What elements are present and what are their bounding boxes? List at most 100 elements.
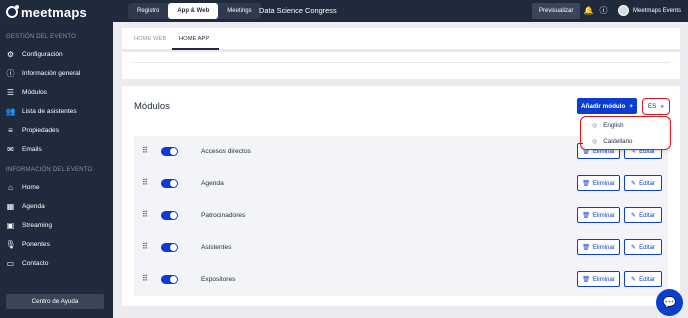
tab-registro[interactable]: Registro	[128, 3, 168, 19]
delete-label: Eliminar	[592, 211, 615, 219]
module-name: Accesos directos	[201, 148, 251, 155]
drag-handle-icon[interactable]: ⠿	[142, 146, 148, 155]
bell-icon[interactable]: 🔔	[584, 6, 594, 15]
sidebar-item-streaming[interactable]: ▣ Streaming	[6, 218, 111, 232]
module-toggle[interactable]	[161, 243, 178, 252]
drag-handle-icon[interactable]: ⠿	[142, 242, 148, 251]
module-name: Expositores	[201, 276, 236, 283]
edit-label: Editar	[639, 243, 656, 251]
mail-icon: ✉	[7, 144, 14, 154]
properties-icon: ≡	[8, 125, 13, 135]
users-icon: 👥	[5, 106, 16, 116]
sidebar-item-contacto[interactable]: ▭ Contacto	[6, 256, 111, 270]
add-module-label: Añadir módulo	[580, 102, 626, 110]
module-toggle[interactable]	[161, 147, 178, 156]
module-row: ⠿ Expositores 🗑 Eliminar ✎ Editar	[134, 264, 668, 296]
tab-app-web[interactable]: App & Web	[168, 3, 219, 19]
trash-icon: 🗑	[582, 179, 590, 187]
upper-panel	[122, 51, 680, 79]
section-title-gestion: GESTIÓN DEL EVENTO	[6, 34, 76, 40]
delete-button[interactable]: 🗑 Eliminar	[577, 207, 620, 223]
list-icon: ☰	[6, 87, 15, 97]
sidebar-item-propiedades[interactable]: ≡ Propiedades	[6, 123, 111, 137]
edit-button[interactable]: ✎ Editar	[624, 271, 662, 287]
sidebar-item-agenda[interactable]: ▦ Agenda	[6, 199, 111, 213]
delete-button[interactable]: 🗑 Eliminar	[577, 271, 620, 287]
edit-label: Editar	[639, 179, 656, 187]
gear-icon: ⚙	[6, 49, 15, 59]
sidebar-item-lista-asistentes[interactable]: 👥 Lista de asistentes	[6, 104, 111, 118]
edit-button[interactable]: ✎ Editar	[624, 175, 662, 191]
tab-home-web[interactable]: HOME WEB	[134, 36, 166, 42]
drag-handle-icon[interactable]: ⠿	[142, 210, 148, 219]
logo-icon	[6, 5, 19, 18]
edit-icon: ✎	[630, 243, 637, 251]
sidebar-item-label: Ponentes	[22, 240, 50, 248]
add-module-button[interactable]: Añadir módulo +	[577, 98, 637, 114]
module-toggle[interactable]	[161, 179, 178, 188]
help-icon[interactable]: ⓘ	[599, 6, 608, 15]
edit-button[interactable]: ✎ Editar	[624, 239, 662, 255]
plus-icon: +	[629, 102, 634, 110]
language-selector[interactable]: ES ●	[642, 98, 670, 115]
edit-icon: ✎	[630, 211, 637, 219]
edit-label: Editar	[639, 211, 656, 219]
drag-handle-icon[interactable]: ⠿	[142, 274, 148, 283]
module-name: Asistentes	[201, 244, 232, 251]
logo-text: meetmaps	[21, 4, 87, 20]
sidebar-item-label: Contacto	[22, 259, 49, 267]
sidebar-item-modulos[interactable]: ☰ Módulos	[6, 85, 111, 99]
event-title: Data Science Congress	[259, 6, 337, 15]
help-center-button[interactable]: Centro de Ayuda	[6, 294, 104, 309]
edit-icon: ✎	[630, 179, 637, 187]
chat-icon: 💬	[662, 297, 677, 309]
logo[interactable]: meetmaps	[6, 4, 87, 20]
language-option-english[interactable]: ◎ English	[583, 117, 668, 133]
language-code: ES	[648, 103, 657, 110]
sidebar: meetmaps GESTIÓN DEL EVENTO ⚙ Configurac…	[0, 0, 113, 318]
edit-icon: ✎	[630, 275, 637, 283]
module-row: ⠿ Asistentes 🗑 Eliminar ✎ Editar	[134, 232, 668, 264]
tab-meetings[interactable]: Meetings	[218, 3, 260, 19]
chat-icon: ▭	[6, 258, 15, 268]
trash-icon: 🗑	[582, 275, 590, 283]
user-menu[interactable]: Meetmaps Events	[618, 5, 681, 16]
sidebar-item-informacion-general[interactable]: ⓘ Información general	[6, 66, 111, 80]
module-name: Agenda	[201, 180, 224, 187]
sidebar-item-ponentes[interactable]: 🎙 Ponentes	[5, 237, 111, 251]
active-tab-indicator	[172, 48, 219, 50]
language-option-castellano[interactable]: ◎ Castellano	[583, 133, 668, 149]
sidebar-item-configuracion[interactable]: ⚙ Configuración	[6, 47, 111, 61]
top-bar: Registro App & Web Meetings Data Science…	[113, 0, 688, 22]
module-toggle[interactable]	[161, 211, 178, 220]
sidebar-item-label: Emails	[22, 145, 42, 153]
streaming-icon: ▣	[6, 220, 15, 230]
module-row: ⠿ Agenda 🗑 Eliminar ✎ Editar	[134, 168, 668, 200]
globe-icon: ◎	[592, 138, 598, 145]
sidebar-item-label: Lista de asistentes	[22, 107, 77, 115]
calendar-icon: ▦	[6, 201, 15, 211]
tab-home-app[interactable]: HOME APP	[179, 36, 209, 42]
sidebar-item-label: Agenda	[22, 202, 45, 210]
edit-button[interactable]: ✎ Editar	[624, 207, 662, 223]
delete-label: Eliminar	[592, 275, 615, 283]
delete-button[interactable]: 🗑 Eliminar	[577, 239, 620, 255]
sidebar-item-label: Información general	[22, 69, 81, 77]
trash-icon: 🗑	[582, 243, 590, 251]
delete-button[interactable]: 🗑 Eliminar	[577, 175, 620, 191]
delete-label: Eliminar	[592, 179, 615, 187]
drag-handle-icon[interactable]: ⠿	[142, 178, 148, 187]
language-option-label: Castellano	[603, 137, 633, 145]
user-name: Meetmaps Events	[633, 7, 682, 14]
sidebar-item-label: Módulos	[22, 88, 47, 96]
microphone-icon: 🎙	[5, 239, 16, 249]
section-title-informacion: INFORMACIÓN DEL EVENTO	[6, 167, 93, 173]
sidebar-item-home[interactable]: ⌂ Home	[6, 180, 111, 194]
module-toggle[interactable]	[161, 275, 178, 284]
module-row: ⠿ Patrocinadores 🗑 Eliminar ✎ Editar	[134, 200, 668, 232]
chat-support-button[interactable]: 💬	[656, 289, 683, 316]
sidebar-item-label: Configuración	[22, 50, 63, 58]
sidebar-item-emails[interactable]: ✉ Emails	[6, 142, 111, 156]
preview-button[interactable]: Previsualizar	[532, 3, 581, 19]
edit-label: Editar	[639, 275, 656, 283]
